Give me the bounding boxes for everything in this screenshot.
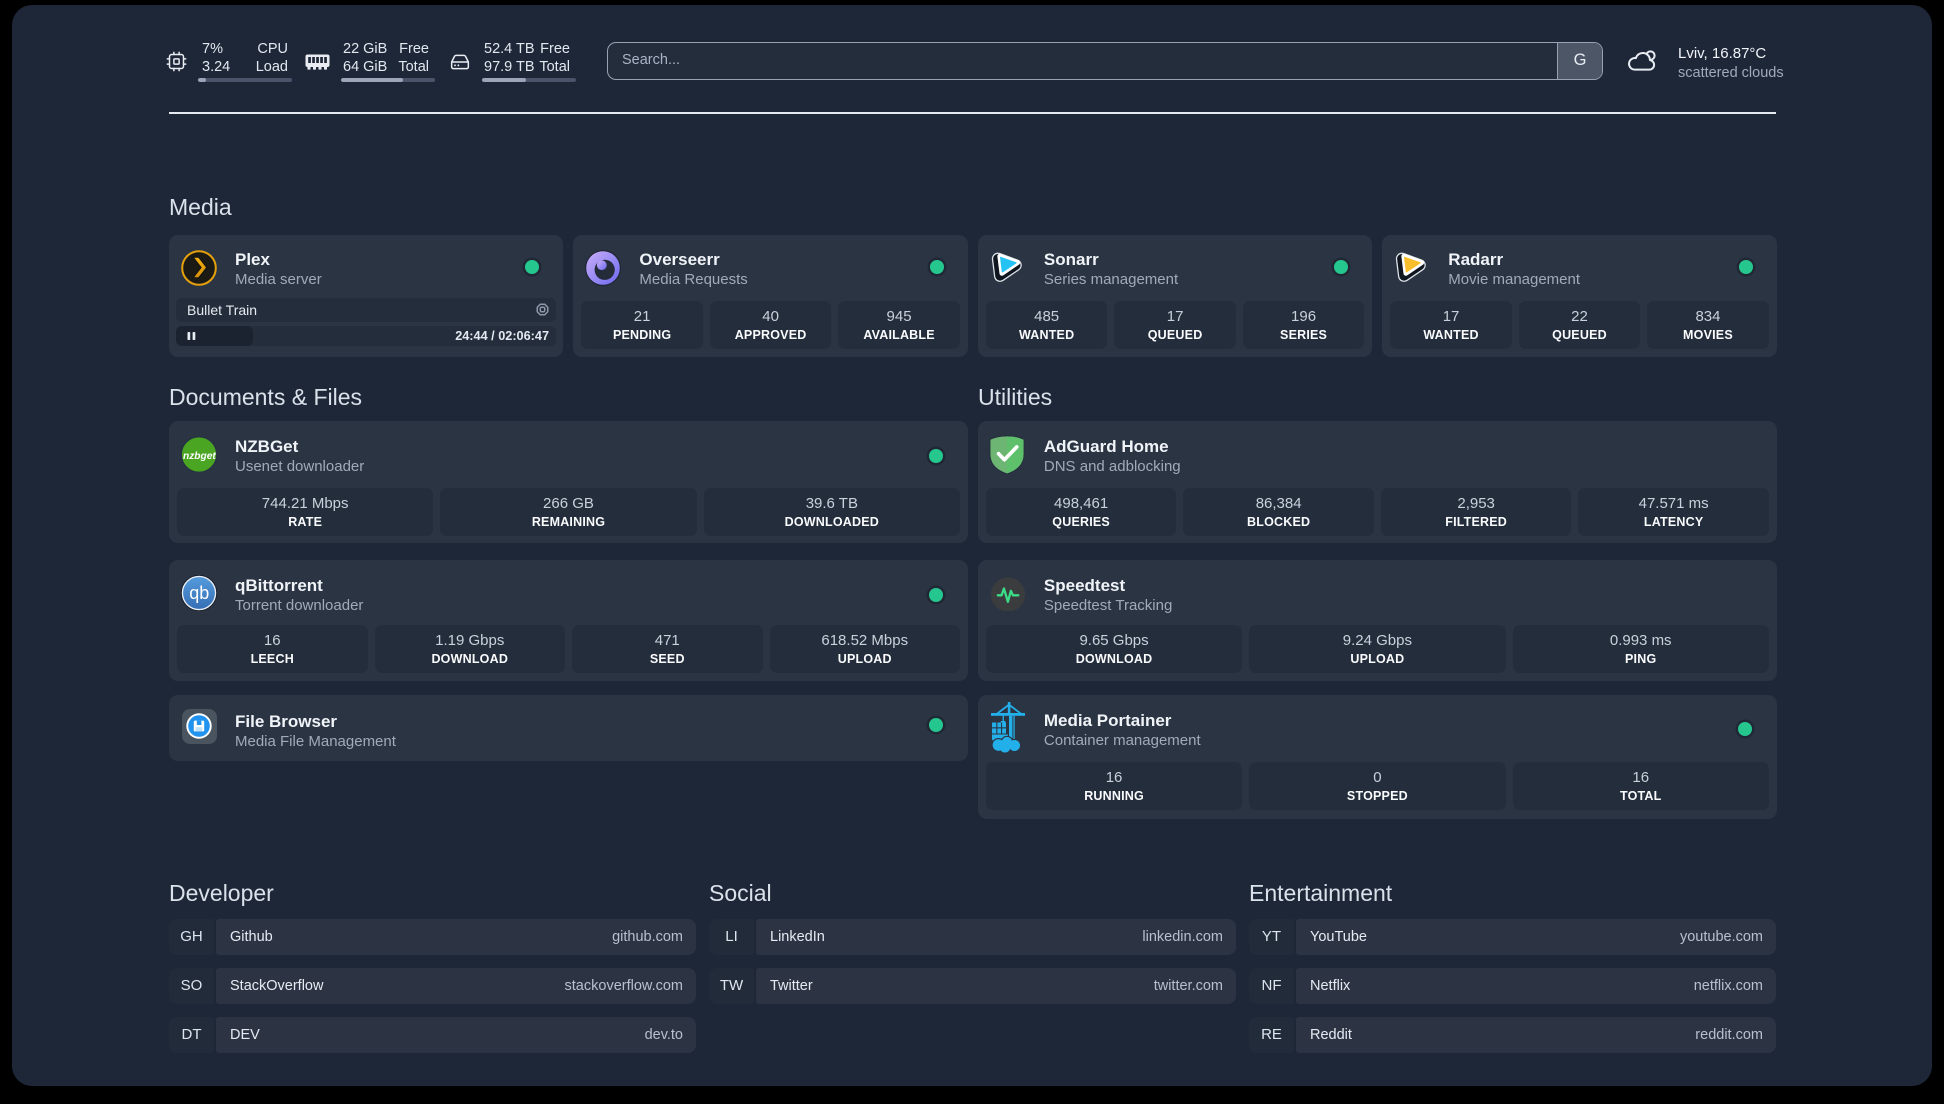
svg-text:nzbget: nzbget — [183, 451, 216, 462]
svg-text:qb: qb — [189, 583, 209, 603]
